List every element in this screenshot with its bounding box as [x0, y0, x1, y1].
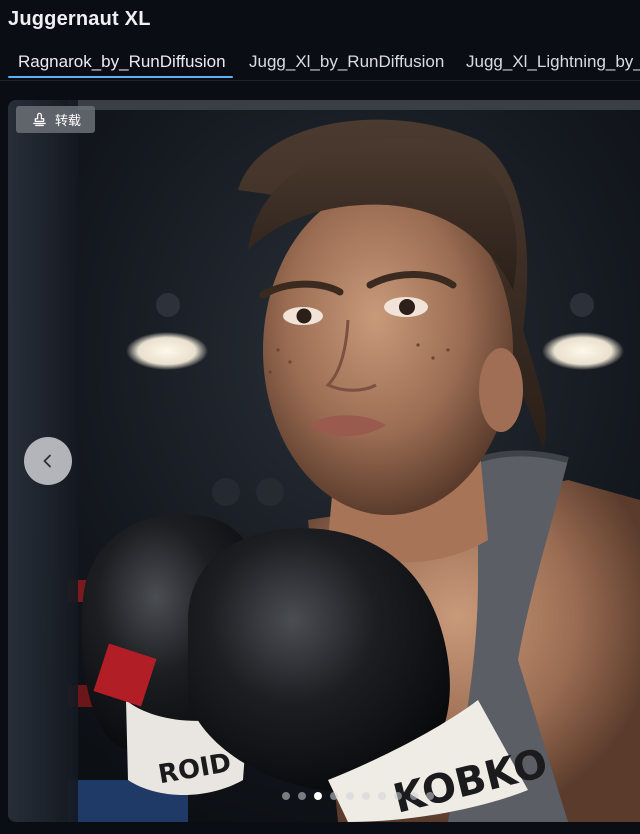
page-title: Juggernaut XL: [8, 8, 151, 30]
carousel-pagination: [282, 792, 434, 800]
carousel-dot[interactable]: [426, 792, 434, 800]
carousel-dot[interactable]: [410, 792, 418, 800]
carousel-dot[interactable]: [298, 792, 306, 800]
carousel-dot[interactable]: [346, 792, 354, 800]
tab-bar: Ragnarok_by_RunDiffusion Jugg_Xl_by_RunD…: [0, 46, 640, 81]
carousel-dot[interactable]: [282, 792, 290, 800]
tab-jugg-xl-lightning[interactable]: Jugg_Xl_Lightning_by_RunDiffusion: [466, 52, 640, 72]
carousel-dot[interactable]: [378, 792, 386, 800]
active-tab-indicator: [8, 76, 233, 78]
carousel-dot-active[interactable]: [314, 792, 322, 800]
previous-image-button[interactable]: [24, 437, 72, 485]
tab-ragnarok[interactable]: Ragnarok_by_RunDiffusion: [18, 52, 226, 72]
image-carousel[interactable]: KOBKO ROID 转载: [8, 100, 640, 822]
repost-label: 转载: [55, 114, 82, 129]
repost-icon: [32, 112, 47, 127]
repost-badge[interactable]: 转载: [16, 106, 96, 133]
chevron-left-icon: [40, 453, 56, 469]
carousel-dot[interactable]: [362, 792, 370, 800]
carousel-dot[interactable]: [330, 792, 338, 800]
tab-jugg-xl[interactable]: Jugg_Xl_by_RunDiffusion: [249, 52, 444, 72]
carousel-dot[interactable]: [394, 792, 402, 800]
carousel-image: KOBKO ROID: [8, 100, 640, 822]
